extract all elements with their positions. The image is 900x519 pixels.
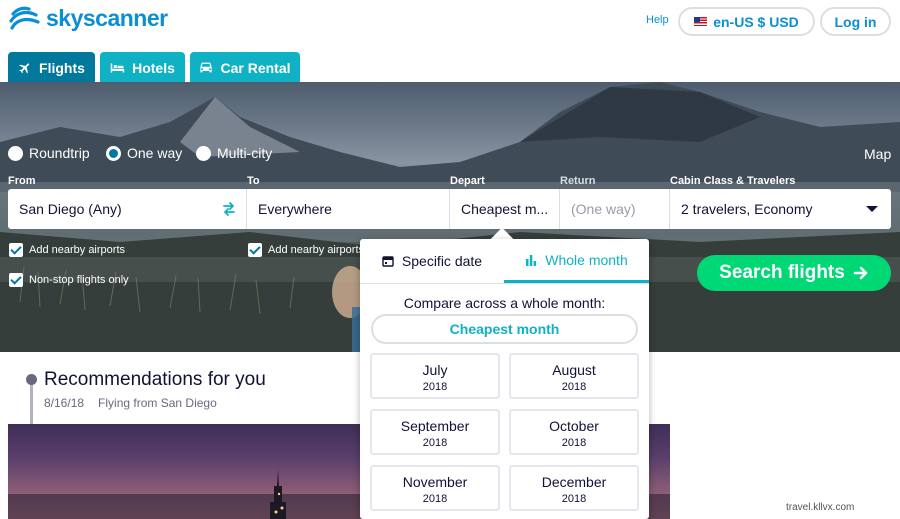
skyscanner-logo[interactable]: skyscanner [8, 5, 168, 32]
month-year: 2018 [561, 493, 587, 505]
month-option-october[interactable]: October 2018 [509, 409, 639, 455]
cheapest-month-button[interactable]: Cheapest month [371, 314, 638, 344]
cabin-label: Cabin Class & Travelers [670, 175, 796, 187]
login-button[interactable]: Log in [820, 7, 891, 36]
sunrise-logo-icon [9, 6, 40, 30]
month-year: 2018 [422, 381, 448, 393]
tab-specific-date[interactable]: Specific date [360, 239, 504, 283]
search-flights-button[interactable]: Search flights [697, 255, 891, 291]
tab-flights[interactable]: Flights [8, 52, 95, 83]
month-option-november[interactable]: November 2018 [370, 465, 500, 511]
checkbox-checked-icon[interactable] [9, 243, 23, 257]
cheapest-month-label: Cheapest month [449, 321, 560, 337]
specific-date-label: Specific date [401, 253, 483, 269]
nearby-from-checkbox[interactable]: Add nearby airports [9, 243, 125, 257]
from-field[interactable]: San Diego (Any) [8, 189, 247, 229]
help-link[interactable]: Help [646, 14, 669, 26]
trip-roundtrip-option[interactable]: Roundtrip [8, 145, 90, 161]
search-flights-label: Search flights [719, 262, 845, 283]
month-name: December [541, 474, 607, 490]
tab-whole-month[interactable]: Whole month [504, 239, 649, 283]
cabin-value: 2 travelers, Economy [681, 201, 813, 217]
trip-one-way-option[interactable]: One way [106, 145, 182, 161]
date-picker-popover: Specific date Whole month Compare across… [360, 239, 649, 519]
plane-icon [19, 62, 30, 73]
brand-name: skyscanner [46, 5, 168, 31]
watermark-text: travel.kllvx.com [786, 502, 855, 513]
to-field[interactable]: Everywhere [247, 189, 450, 229]
chevron-down-icon[interactable] [866, 206, 878, 212]
nearby-to-checkbox[interactable]: Add nearby airports [248, 243, 364, 257]
recommendation-date: 8/16/18 [44, 396, 85, 410]
depart-label: Depart [450, 175, 485, 187]
swap-icon[interactable] [222, 202, 236, 216]
month-year: 2018 [561, 381, 587, 393]
month-year: 2018 [422, 437, 448, 449]
tab-hotels-label: Hotels [132, 59, 175, 76]
multi-city-label: Multi-city [217, 145, 273, 161]
recommendation-origin: Flying from San Diego [98, 396, 217, 410]
non-stop-label: Non-stop flights only [29, 274, 129, 286]
depart-value: Cheapest m... [461, 201, 549, 217]
recommendations-title: Recommendations for you [44, 369, 266, 390]
month-year: 2018 [561, 437, 587, 449]
roundtrip-label: Roundtrip [29, 145, 90, 161]
popover-divider [360, 283, 649, 284]
multi-city-radio[interactable] [196, 145, 211, 161]
return-value: (One way) [571, 201, 636, 217]
non-stop-checkbox[interactable]: Non-stop flights only [9, 273, 129, 287]
checkbox-checked-icon[interactable] [9, 273, 23, 287]
month-name: November [402, 474, 468, 490]
car-icon [200, 62, 213, 73]
from-label: From [8, 175, 36, 187]
to-label: To [247, 175, 260, 187]
tab-hotels[interactable]: Hotels [100, 52, 185, 83]
timeline-dot [26, 374, 37, 385]
login-label: Log in [834, 13, 877, 30]
search-bar: San Diego (Any) Everywhere Cheapest m...… [8, 189, 891, 229]
month-name: August [552, 362, 596, 378]
month-option-august[interactable]: August 2018 [509, 353, 639, 399]
checkbox-checked-icon[interactable] [248, 243, 262, 257]
bed-icon [110, 63, 125, 72]
return-label: Return [560, 175, 596, 187]
depart-field[interactable]: Cheapest m... [450, 189, 560, 229]
month-name: September [400, 418, 470, 434]
month-option-december[interactable]: December 2018 [509, 465, 639, 511]
trip-multi-city-option[interactable]: Multi-city [196, 145, 272, 161]
arrow-right-icon [853, 266, 868, 280]
recommendations-subtitle: 8/16/18 Flying from San Diego [44, 396, 217, 410]
calendar-icon [382, 256, 394, 267]
one-way-label: One way [127, 145, 183, 161]
whole-month-label: Whole month [545, 251, 628, 268]
month-option-september[interactable]: September 2018 [370, 409, 500, 455]
map-link[interactable]: Map [864, 146, 891, 162]
compare-text: Compare across a whole month: [403, 295, 606, 311]
month-name: July [422, 362, 448, 378]
month-option-july[interactable]: July 2018 [370, 353, 500, 399]
to-value: Everywhere [258, 201, 332, 217]
cabin-travelers-field[interactable]: 2 travelers, Economy [670, 189, 891, 229]
from-value: San Diego (Any) [19, 201, 122, 217]
locale-button[interactable]: en-US $ USD [678, 7, 815, 36]
one-way-radio[interactable] [106, 145, 121, 161]
month-year: 2018 [422, 493, 448, 505]
bar-chart-icon [526, 254, 537, 266]
locale-label: en-US $ USD [713, 13, 799, 30]
nearby-to-label: Add nearby airports [268, 244, 364, 256]
roundtrip-radio[interactable] [8, 145, 23, 161]
month-name: October [549, 418, 599, 434]
top-bar: skyscanner Help en-US $ USD Log in [0, 0, 900, 44]
return-field[interactable]: (One way) [560, 189, 670, 229]
nearby-from-label: Add nearby airports [29, 244, 125, 256]
tab-flights-label: Flights [39, 59, 85, 76]
us-flag-icon [694, 17, 708, 26]
tab-car-rental[interactable]: Car Rental [190, 52, 300, 83]
tab-car-rental-label: Car Rental [220, 59, 291, 76]
